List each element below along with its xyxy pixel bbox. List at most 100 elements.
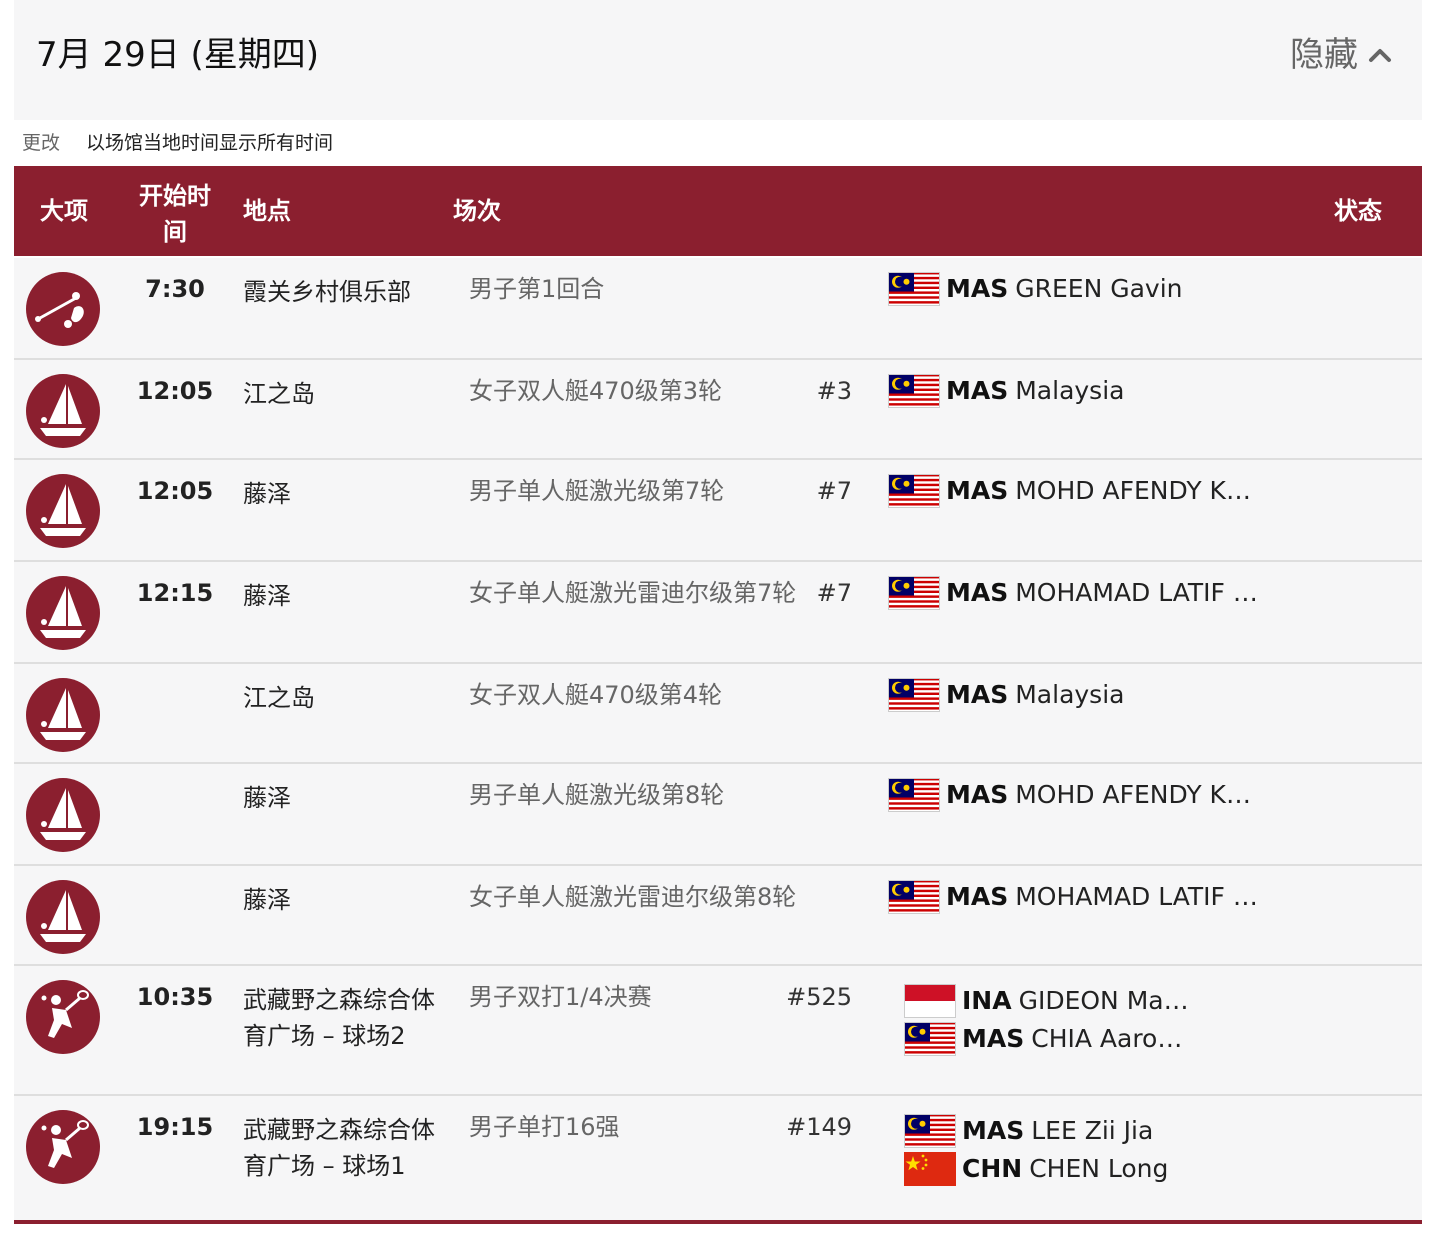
competitor-noc: MAS xyxy=(946,780,1009,809)
competitor-noc: INA xyxy=(962,986,1012,1015)
table-row[interactable]: 12:15 藤泽 女子单人艇激光雷迪尔级第7轮 #7 MAS MOHAMAD LATIF … xyxy=(14,562,1422,664)
row-event-number: #7 xyxy=(816,579,852,607)
competitor-name: LEE Zii Jia xyxy=(1031,1116,1154,1145)
flag-mas-icon xyxy=(904,1022,956,1056)
day-title: 7月 29日 (星期四) xyxy=(36,35,320,75)
row-event: 女子双人艇470级第3轮 xyxy=(469,377,723,405)
flag-mas-icon xyxy=(888,880,940,914)
table-row[interactable]: 江之岛 女子双人艇470级第4轮 MAS Malaysia xyxy=(14,664,1422,764)
row-venue: 藤泽 xyxy=(243,784,291,812)
competitor-name: Malaysia xyxy=(1015,376,1125,405)
row-venue: 藤泽 xyxy=(243,886,291,914)
row-event: 男子单打16强 xyxy=(469,1113,620,1141)
row-event: 男子单人艇激光级第7轮 xyxy=(469,477,725,505)
competitor: MAS Malaysia xyxy=(888,678,1124,712)
column-header-start-time: 开始时间 xyxy=(139,182,211,246)
timezone-change-link[interactable]: 更改 xyxy=(22,130,60,156)
table-row[interactable]: 藤泽 男子单人艇激光级第8轮 MAS MOHD AFENDY K… xyxy=(14,764,1422,866)
flag-mas-icon xyxy=(888,374,940,408)
competitor-name: GREEN Gavin xyxy=(1015,274,1183,303)
competitor-noc: MAS xyxy=(946,476,1009,505)
table-row[interactable]: 12:05 藤泽 男子单人艇激光级第7轮 #7 MAS MOHD AFENDY K… xyxy=(14,460,1422,562)
competitor-name: GIDEON Ma… xyxy=(1018,986,1189,1015)
row-venue: 江之岛 xyxy=(243,684,315,712)
hide-label: 隐藏 xyxy=(1290,35,1358,75)
flag-mas-icon xyxy=(888,272,940,306)
flag-mas-icon xyxy=(888,474,940,508)
competitor: INA GIDEON Ma… xyxy=(904,984,1189,1018)
row-event-number: #525 xyxy=(786,983,852,1011)
table-row[interactable]: 12:05 江之岛 女子双人艇470级第3轮 #3 MAS Malaysia xyxy=(14,360,1422,460)
timezone-line: 更改 以场馆当地时间显示所有时间 xyxy=(22,130,333,156)
competitor-noc: MAS xyxy=(946,376,1009,405)
row-start-time: 7:30 xyxy=(145,275,205,303)
competitor-name: MOHD AFENDY K… xyxy=(1015,476,1251,505)
sailing-icon xyxy=(26,374,100,448)
flag-mas-icon xyxy=(888,778,940,812)
row-event: 女子单人艇激光雷迪尔级第8轮 xyxy=(469,883,797,911)
row-event: 女子双人艇470级第4轮 xyxy=(469,681,723,709)
row-event: 男子双打1/4决赛 xyxy=(469,983,652,1011)
column-header-sport: 大项 xyxy=(40,197,88,225)
flag-ina-icon xyxy=(904,984,956,1018)
competitor: MAS MOHAMAD LATIF … xyxy=(888,880,1258,914)
competitor-noc: MAS xyxy=(962,1116,1025,1145)
badminton-icon xyxy=(26,1110,100,1184)
row-start-time: 19:15 xyxy=(136,1113,214,1141)
table-row[interactable]: 7:30 霞关乡村俱乐部 男子第1回合 MAS GREEN Gavin xyxy=(14,258,1422,360)
competitor: CHN CHEN Long xyxy=(904,1152,1168,1186)
competitor-noc: MAS xyxy=(946,680,1009,709)
competitor-noc: MAS xyxy=(946,882,1009,911)
row-event-number: #3 xyxy=(816,377,852,405)
table-bottom-border xyxy=(14,1220,1422,1224)
golf-icon xyxy=(26,272,100,346)
competitor: MAS GREEN Gavin xyxy=(888,272,1183,306)
sailing-icon xyxy=(26,576,100,650)
row-start-time: 12:15 xyxy=(136,579,214,607)
hide-toggle-button[interactable]: 隐藏 xyxy=(1290,30,1392,80)
row-venue: 霞关乡村俱乐部 xyxy=(243,278,411,306)
day-header: 7月 29日 (星期四) 隐藏 xyxy=(14,0,1422,120)
row-venue: 藤泽 xyxy=(243,582,291,610)
row-event: 女子单人艇激光雷迪尔级第7轮 xyxy=(469,579,797,607)
chevron-up-icon xyxy=(1369,49,1391,62)
row-start-time: 12:05 xyxy=(136,377,214,405)
competitor-name: Malaysia xyxy=(1015,680,1125,709)
row-event: 男子单人艇激光级第8轮 xyxy=(469,781,725,809)
row-venue: 藤泽 xyxy=(243,480,291,508)
competitor-name: MOHD AFENDY K… xyxy=(1015,780,1251,809)
sailing-icon xyxy=(26,474,100,548)
competitor: MAS LEE Zii Jia xyxy=(904,1114,1153,1148)
table-row[interactable]: 19:15 武藏野之森综合体育广场 – 球场1 男子单打16强 #149 MAS LEE … xyxy=(14,1096,1422,1222)
competitor-noc: CHN xyxy=(962,1154,1023,1183)
competitor: MAS MOHD AFENDY K… xyxy=(888,778,1251,812)
competitor-name: CHIA Aaro… xyxy=(1031,1024,1183,1053)
sailing-icon xyxy=(26,880,100,954)
sailing-icon xyxy=(26,678,100,752)
timezone-text: 以场馆当地时间显示所有时间 xyxy=(86,132,334,154)
table-row[interactable]: 10:35 武藏野之森综合体育广场 – 球场2 男子双打1/4决赛 #525 INA GI… xyxy=(14,966,1422,1096)
competitor-name: CHEN Long xyxy=(1029,1154,1169,1183)
sailing-icon xyxy=(26,778,100,852)
competitor-noc: MAS xyxy=(946,274,1009,303)
column-header-event: 场次 xyxy=(453,197,501,225)
column-header-venue: 地点 xyxy=(243,197,291,225)
competitor-noc: MAS xyxy=(946,578,1009,607)
flag-chn-icon xyxy=(904,1152,956,1186)
competitor-name: MOHAMAD LATIF … xyxy=(1015,578,1258,607)
row-event-number: #149 xyxy=(786,1113,852,1141)
flag-mas-icon xyxy=(888,678,940,712)
table-header: 大项 开始时间 地点 场次 状态 xyxy=(14,166,1422,256)
row-venue: 武藏野之森综合体育广场 – 球场2 xyxy=(243,986,435,1050)
competitor-name: MOHAMAD LATIF … xyxy=(1015,882,1258,911)
table-row[interactable]: 藤泽 女子单人艇激光雷迪尔级第8轮 MAS MOHAMAD LATIF … xyxy=(14,866,1422,966)
flag-mas-icon xyxy=(904,1114,956,1148)
row-start-time: 10:35 xyxy=(136,983,214,1011)
flag-mas-icon xyxy=(888,576,940,610)
competitor: MAS CHIA Aaro… xyxy=(904,1022,1182,1056)
competitor: MAS Malaysia xyxy=(888,374,1124,408)
competitor-noc: MAS xyxy=(962,1024,1025,1053)
competitor: MAS MOHAMAD LATIF … xyxy=(888,576,1258,610)
row-start-time: 12:05 xyxy=(136,477,214,505)
row-venue: 江之岛 xyxy=(243,380,315,408)
